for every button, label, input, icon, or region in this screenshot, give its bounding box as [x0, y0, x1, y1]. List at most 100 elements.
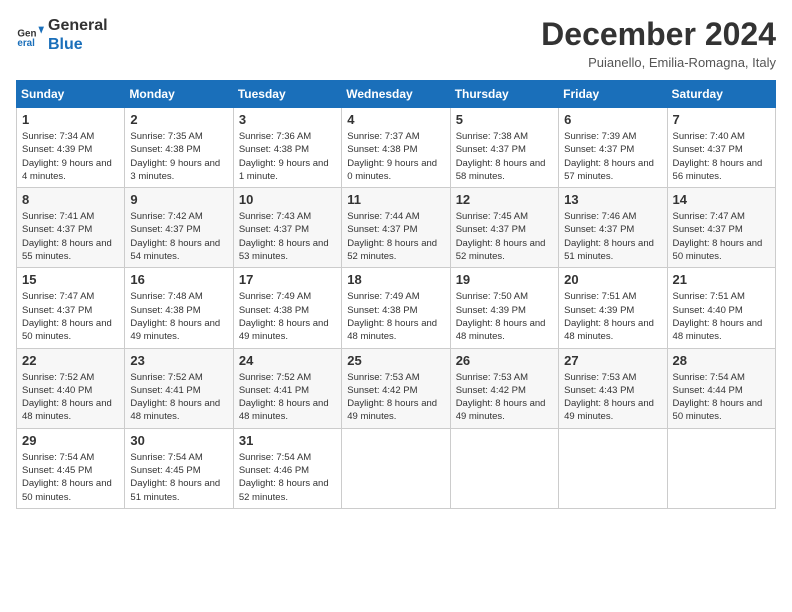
day-number: 2	[130, 112, 227, 127]
day-number: 30	[130, 433, 227, 448]
day-cell-16: 16 Sunrise: 7:48 AM Sunset: 4:38 PM Dayl…	[125, 268, 233, 348]
day-number: 26	[456, 353, 553, 368]
day-number: 9	[130, 192, 227, 207]
day-info: Sunrise: 7:47 AM Sunset: 4:37 PM Dayligh…	[673, 210, 770, 263]
day-cell-7: 7 Sunrise: 7:40 AM Sunset: 4:37 PM Dayli…	[667, 108, 775, 188]
day-info: Sunrise: 7:36 AM Sunset: 4:38 PM Dayligh…	[239, 130, 336, 183]
day-info: Sunrise: 7:52 AM Sunset: 4:41 PM Dayligh…	[239, 371, 336, 424]
day-info: Sunrise: 7:38 AM Sunset: 4:37 PM Dayligh…	[456, 130, 553, 183]
day-info: Sunrise: 7:43 AM Sunset: 4:37 PM Dayligh…	[239, 210, 336, 263]
logo: Gen eral General Blue	[16, 16, 108, 54]
week-row-4: 22 Sunrise: 7:52 AM Sunset: 4:40 PM Dayl…	[17, 348, 776, 428]
day-cell-18: 18 Sunrise: 7:49 AM Sunset: 4:38 PM Dayl…	[342, 268, 450, 348]
day-info: Sunrise: 7:34 AM Sunset: 4:39 PM Dayligh…	[22, 130, 119, 183]
week-row-5: 29 Sunrise: 7:54 AM Sunset: 4:45 PM Dayl…	[17, 428, 776, 508]
day-cell-26: 26 Sunrise: 7:53 AM Sunset: 4:42 PM Dayl…	[450, 348, 558, 428]
day-info: Sunrise: 7:50 AM Sunset: 4:39 PM Dayligh…	[456, 290, 553, 343]
day-cell-20: 20 Sunrise: 7:51 AM Sunset: 4:39 PM Dayl…	[559, 268, 667, 348]
calendar-table: SundayMondayTuesdayWednesdayThursdayFrid…	[16, 80, 776, 509]
day-info: Sunrise: 7:44 AM Sunset: 4:37 PM Dayligh…	[347, 210, 444, 263]
day-cell-30: 30 Sunrise: 7:54 AM Sunset: 4:45 PM Dayl…	[125, 428, 233, 508]
day-cell-15: 15 Sunrise: 7:47 AM Sunset: 4:37 PM Dayl…	[17, 268, 125, 348]
header-row: SundayMondayTuesdayWednesdayThursdayFrid…	[17, 81, 776, 108]
day-number: 11	[347, 192, 444, 207]
day-number: 4	[347, 112, 444, 127]
day-number: 8	[22, 192, 119, 207]
day-info: Sunrise: 7:54 AM Sunset: 4:44 PM Dayligh…	[673, 371, 770, 424]
day-number: 29	[22, 433, 119, 448]
day-number: 21	[673, 272, 770, 287]
day-info: Sunrise: 7:54 AM Sunset: 4:45 PM Dayligh…	[22, 451, 119, 504]
day-info: Sunrise: 7:53 AM Sunset: 4:42 PM Dayligh…	[347, 371, 444, 424]
empty-cell	[667, 428, 775, 508]
day-info: Sunrise: 7:45 AM Sunset: 4:37 PM Dayligh…	[456, 210, 553, 263]
day-info: Sunrise: 7:48 AM Sunset: 4:38 PM Dayligh…	[130, 290, 227, 343]
logo-text: General Blue	[48, 16, 108, 54]
day-info: Sunrise: 7:49 AM Sunset: 4:38 PM Dayligh…	[239, 290, 336, 343]
day-cell-31: 31 Sunrise: 7:54 AM Sunset: 4:46 PM Dayl…	[233, 428, 341, 508]
day-number: 18	[347, 272, 444, 287]
day-number: 12	[456, 192, 553, 207]
day-info: Sunrise: 7:37 AM Sunset: 4:38 PM Dayligh…	[347, 130, 444, 183]
header-tuesday: Tuesday	[233, 81, 341, 108]
header-sunday: Sunday	[17, 81, 125, 108]
week-row-3: 15 Sunrise: 7:47 AM Sunset: 4:37 PM Dayl…	[17, 268, 776, 348]
day-number: 15	[22, 272, 119, 287]
day-number: 28	[673, 353, 770, 368]
day-number: 19	[456, 272, 553, 287]
day-cell-28: 28 Sunrise: 7:54 AM Sunset: 4:44 PM Dayl…	[667, 348, 775, 428]
header: Gen eral General Blue December 2024 Puia…	[16, 16, 776, 70]
day-number: 20	[564, 272, 661, 287]
day-cell-3: 3 Sunrise: 7:36 AM Sunset: 4:38 PM Dayli…	[233, 108, 341, 188]
day-info: Sunrise: 7:51 AM Sunset: 4:39 PM Dayligh…	[564, 290, 661, 343]
title-area: December 2024 Puianello, Emilia-Romagna,…	[541, 16, 776, 70]
day-cell-2: 2 Sunrise: 7:35 AM Sunset: 4:38 PM Dayli…	[125, 108, 233, 188]
header-thursday: Thursday	[450, 81, 558, 108]
day-cell-29: 29 Sunrise: 7:54 AM Sunset: 4:45 PM Dayl…	[17, 428, 125, 508]
day-cell-27: 27 Sunrise: 7:53 AM Sunset: 4:43 PM Dayl…	[559, 348, 667, 428]
day-cell-14: 14 Sunrise: 7:47 AM Sunset: 4:37 PM Dayl…	[667, 188, 775, 268]
header-monday: Monday	[125, 81, 233, 108]
empty-cell	[450, 428, 558, 508]
week-row-2: 8 Sunrise: 7:41 AM Sunset: 4:37 PM Dayli…	[17, 188, 776, 268]
day-cell-8: 8 Sunrise: 7:41 AM Sunset: 4:37 PM Dayli…	[17, 188, 125, 268]
day-info: Sunrise: 7:39 AM Sunset: 4:37 PM Dayligh…	[564, 130, 661, 183]
day-number: 13	[564, 192, 661, 207]
empty-cell	[342, 428, 450, 508]
day-info: Sunrise: 7:35 AM Sunset: 4:38 PM Dayligh…	[130, 130, 227, 183]
day-info: Sunrise: 7:53 AM Sunset: 4:43 PM Dayligh…	[564, 371, 661, 424]
day-cell-13: 13 Sunrise: 7:46 AM Sunset: 4:37 PM Dayl…	[559, 188, 667, 268]
location-subtitle: Puianello, Emilia-Romagna, Italy	[541, 55, 776, 70]
day-cell-25: 25 Sunrise: 7:53 AM Sunset: 4:42 PM Dayl…	[342, 348, 450, 428]
header-friday: Friday	[559, 81, 667, 108]
day-number: 24	[239, 353, 336, 368]
day-info: Sunrise: 7:42 AM Sunset: 4:37 PM Dayligh…	[130, 210, 227, 263]
day-number: 23	[130, 353, 227, 368]
month-title: December 2024	[541, 16, 776, 53]
day-number: 17	[239, 272, 336, 287]
day-info: Sunrise: 7:52 AM Sunset: 4:41 PM Dayligh…	[130, 371, 227, 424]
day-cell-6: 6 Sunrise: 7:39 AM Sunset: 4:37 PM Dayli…	[559, 108, 667, 188]
empty-cell	[559, 428, 667, 508]
day-number: 3	[239, 112, 336, 127]
day-number: 27	[564, 353, 661, 368]
day-cell-10: 10 Sunrise: 7:43 AM Sunset: 4:37 PM Dayl…	[233, 188, 341, 268]
day-cell-5: 5 Sunrise: 7:38 AM Sunset: 4:37 PM Dayli…	[450, 108, 558, 188]
day-cell-1: 1 Sunrise: 7:34 AM Sunset: 4:39 PM Dayli…	[17, 108, 125, 188]
day-info: Sunrise: 7:53 AM Sunset: 4:42 PM Dayligh…	[456, 371, 553, 424]
day-info: Sunrise: 7:52 AM Sunset: 4:40 PM Dayligh…	[22, 371, 119, 424]
day-number: 5	[456, 112, 553, 127]
day-number: 14	[673, 192, 770, 207]
day-number: 25	[347, 353, 444, 368]
day-number: 22	[22, 353, 119, 368]
day-number: 10	[239, 192, 336, 207]
day-cell-11: 11 Sunrise: 7:44 AM Sunset: 4:37 PM Dayl…	[342, 188, 450, 268]
week-row-1: 1 Sunrise: 7:34 AM Sunset: 4:39 PM Dayli…	[17, 108, 776, 188]
svg-text:eral: eral	[17, 38, 35, 49]
day-info: Sunrise: 7:51 AM Sunset: 4:40 PM Dayligh…	[673, 290, 770, 343]
day-cell-22: 22 Sunrise: 7:52 AM Sunset: 4:40 PM Dayl…	[17, 348, 125, 428]
day-cell-19: 19 Sunrise: 7:50 AM Sunset: 4:39 PM Dayl…	[450, 268, 558, 348]
day-number: 1	[22, 112, 119, 127]
day-cell-17: 17 Sunrise: 7:49 AM Sunset: 4:38 PM Dayl…	[233, 268, 341, 348]
day-number: 31	[239, 433, 336, 448]
